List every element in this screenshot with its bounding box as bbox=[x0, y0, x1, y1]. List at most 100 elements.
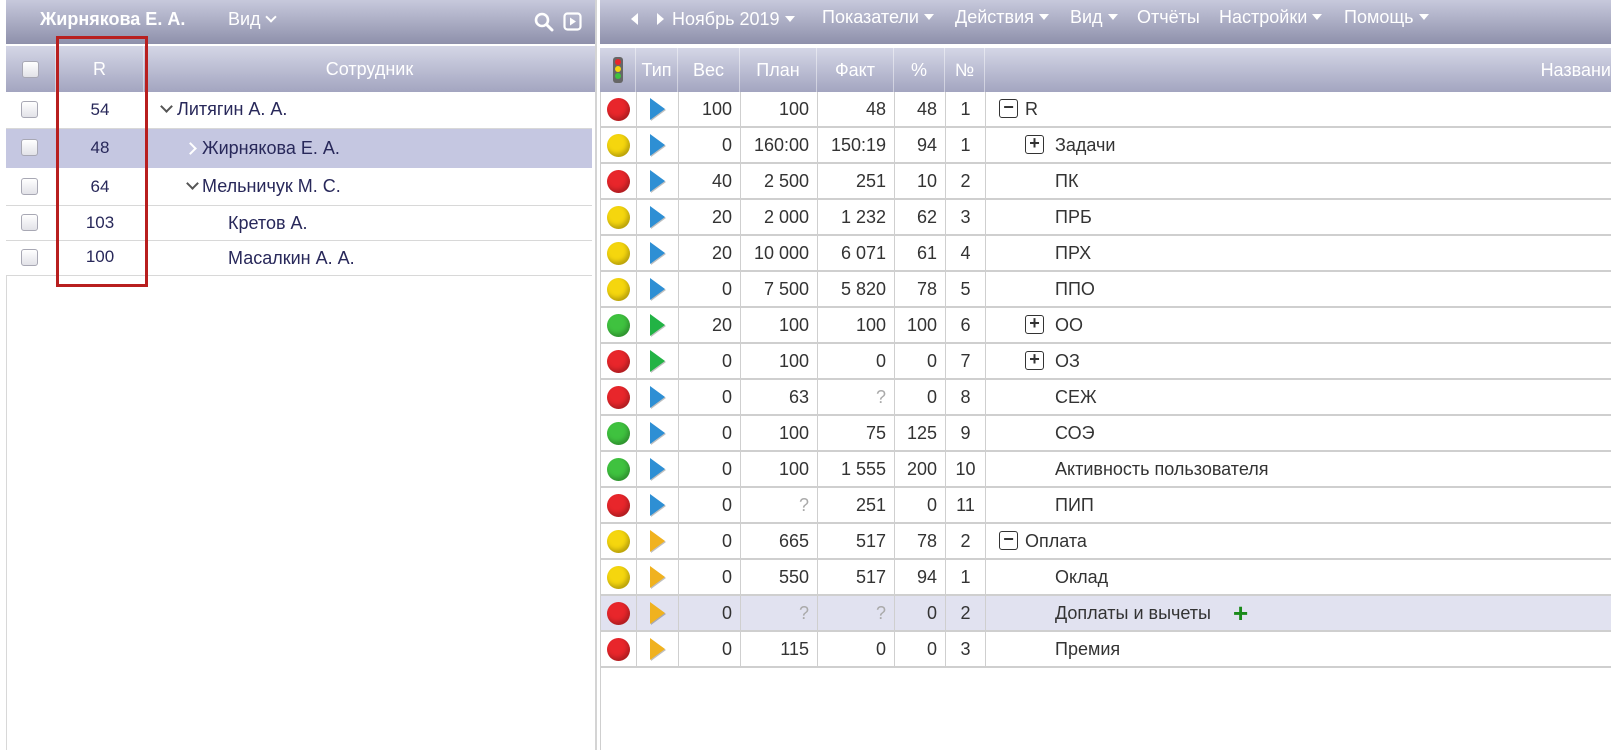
percent-value: 61 bbox=[916, 242, 937, 263]
view-menu-right-label: Вид bbox=[1070, 7, 1103, 27]
indicator-row[interactable]: 0?? 0 2 Доплаты и вычеты + bbox=[601, 596, 1611, 632]
expand-group-icon[interactable]: + bbox=[1025, 134, 1044, 154]
employee-row[interactable]: 100 Масалкин А. А. bbox=[6, 241, 592, 276]
row-checkbox[interactable] bbox=[21, 178, 38, 195]
expanded-arrow-icon[interactable] bbox=[186, 177, 199, 190]
column-header-type[interactable]: Тип bbox=[636, 48, 678, 92]
column-header-number[interactable]: № bbox=[945, 48, 985, 92]
panel-left-border bbox=[6, 276, 7, 750]
add-icon[interactable]: + bbox=[1233, 598, 1248, 629]
collapse-group-icon[interactable]: − bbox=[999, 98, 1018, 118]
indicator-row[interactable]: 0? 251 0 11 ПИП bbox=[601, 488, 1611, 524]
employee-row-selected[interactable]: 48 Жирнякова Е. А. bbox=[6, 129, 592, 169]
plan-cell: 10 000 bbox=[741, 236, 818, 270]
type-blue-icon bbox=[650, 242, 665, 264]
column-header-plan[interactable]: План bbox=[740, 48, 817, 92]
weight-value: 100 bbox=[701, 98, 732, 119]
indicator-row[interactable]: 20 2 000 1 232 62 3 ПРБ bbox=[601, 200, 1611, 236]
plan-cell: ? bbox=[741, 488, 818, 522]
column-header-employee[interactable]: Сотрудник bbox=[144, 46, 595, 92]
weight-cell: 20 bbox=[679, 236, 741, 270]
indicator-row[interactable]: 0 100 1 555 200 10 Активность пользователя bbox=[601, 452, 1611, 488]
number-value: 2 bbox=[960, 602, 971, 623]
plan-cell: 2 500 bbox=[741, 164, 818, 198]
status-green-icon bbox=[607, 457, 630, 481]
status-cell bbox=[601, 380, 637, 414]
expand-group-icon[interactable]: + bbox=[1025, 350, 1044, 370]
select-all-checkbox[interactable] bbox=[22, 60, 39, 78]
indicator-row[interactable]: 0 160:00 150:19 94 1 + Задачи bbox=[601, 128, 1611, 164]
actions-menu[interactable]: Действия bbox=[955, 7, 1049, 28]
prev-period-arrow-icon[interactable] bbox=[631, 13, 638, 25]
indicator-row[interactable]: 0 63? 0 8 СЕЖ bbox=[601, 380, 1611, 416]
collapsed-arrow-icon[interactable] bbox=[184, 142, 197, 155]
view-menu-right[interactable]: Вид bbox=[1070, 7, 1118, 28]
status-column-header[interactable] bbox=[600, 48, 636, 92]
number-cell: 2 bbox=[946, 596, 986, 630]
view-menu[interactable]: Вид bbox=[228, 9, 277, 30]
fact-cell: 48 bbox=[818, 92, 895, 126]
plan-value: 100 bbox=[778, 98, 809, 119]
column-header-percent[interactable]: % bbox=[894, 48, 945, 92]
percent-cell: 0 bbox=[895, 344, 946, 378]
row-checkbox[interactable] bbox=[21, 139, 38, 156]
next-period-arrow-icon[interactable] bbox=[657, 13, 664, 25]
search-icon[interactable] bbox=[534, 12, 554, 32]
weight-cell: 0 bbox=[679, 560, 741, 594]
status-yellow-icon bbox=[607, 205, 630, 229]
column-header-weight[interactable]: Вес bbox=[678, 48, 740, 92]
indicator-row[interactable]: 0 550 517 94 1 Оклад bbox=[601, 560, 1611, 596]
period-selector[interactable]: Ноябрь 2019 bbox=[672, 9, 795, 30]
expanded-arrow-icon[interactable] bbox=[160, 100, 173, 113]
indicator-row[interactable]: 0 7 500 5 820 78 5 ППО bbox=[601, 272, 1611, 308]
indicator-row[interactable]: 0 100 75 125 9 СОЭ bbox=[601, 416, 1611, 452]
indicator-row[interactable]: 20 10 000 6 071 61 4 ПРХ bbox=[601, 236, 1611, 272]
percent-cell: 0 bbox=[895, 596, 946, 630]
percent-cell: 100 bbox=[895, 308, 946, 342]
number-value: 7 bbox=[960, 350, 971, 371]
indicators-menu[interactable]: Показатели bbox=[822, 7, 934, 28]
column-header-r[interactable]: R bbox=[56, 46, 144, 92]
status-cell bbox=[601, 452, 637, 486]
indicators-toolbar: Ноябрь 2019 Показатели Действия Вид Отчё… bbox=[600, 0, 1611, 44]
chevron-down-icon bbox=[264, 11, 277, 23]
type-cell bbox=[637, 92, 679, 126]
column-header-fact[interactable]: Факт bbox=[817, 48, 894, 92]
employee-row[interactable]: 103 Кретов А. bbox=[6, 206, 592, 241]
employee-row[interactable]: 54 Литягин А. А. bbox=[6, 92, 592, 129]
caret-down-icon bbox=[923, 14, 934, 20]
row-checkbox[interactable] bbox=[21, 249, 38, 266]
employee-row[interactable]: 64 Мельничук М. С. bbox=[6, 169, 592, 206]
indicator-row[interactable]: 0 115 0 0 3 Премия bbox=[601, 632, 1611, 668]
fact-value: 0 bbox=[875, 350, 886, 371]
plan-value: 100 bbox=[778, 350, 809, 371]
caret-down-icon bbox=[1107, 14, 1118, 20]
percent-cell: 78 bbox=[895, 524, 946, 558]
number-value: 5 bbox=[960, 278, 971, 299]
indicator-row[interactable]: 20 100 100 100 6 + ОО bbox=[601, 308, 1611, 344]
indicator-row[interactable]: 0 100 0 0 7 + ОЗ bbox=[601, 344, 1611, 380]
plan-value: ? bbox=[798, 602, 809, 623]
indicator-row[interactable]: 40 2 500 251 10 2 ПК bbox=[601, 164, 1611, 200]
expand-group-icon[interactable]: + bbox=[1025, 314, 1044, 334]
indicator-row[interactable]: 100 100 48 48 1 − R bbox=[601, 92, 1611, 128]
caret-down-icon bbox=[1038, 14, 1049, 20]
help-menu[interactable]: Помощь bbox=[1344, 7, 1429, 28]
percent-value: 78 bbox=[916, 530, 937, 551]
indicator-name: Оклад bbox=[1055, 567, 1109, 587]
r-value: 64 bbox=[90, 177, 110, 196]
collapse-group-icon[interactable]: − bbox=[999, 530, 1018, 550]
status-yellow-icon bbox=[607, 565, 630, 589]
percent-cell: 94 bbox=[895, 128, 946, 162]
number-value: 11 bbox=[956, 494, 975, 515]
number-cell: 8 bbox=[946, 380, 986, 414]
weight-value: 0 bbox=[721, 278, 732, 299]
column-header-name[interactable]: Названи bbox=[985, 48, 1611, 92]
settings-menu[interactable]: Настройки bbox=[1219, 7, 1323, 28]
collapse-panel-icon[interactable] bbox=[563, 12, 582, 31]
indicator-row[interactable]: 0 665 517 78 2 − Оплата bbox=[601, 524, 1611, 560]
row-checkbox[interactable] bbox=[21, 214, 38, 231]
number-cell: 4 bbox=[946, 236, 986, 270]
row-checkbox[interactable] bbox=[21, 101, 38, 118]
reports-menu[interactable]: Отчёты bbox=[1137, 7, 1200, 28]
